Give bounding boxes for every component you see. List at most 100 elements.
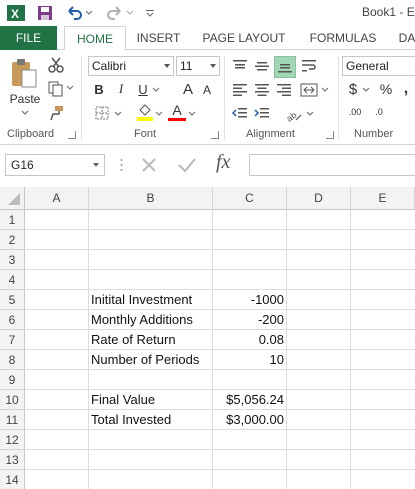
tab-file[interactable]: FILE	[0, 26, 57, 50]
cell-c8[interactable]: 10	[270, 350, 284, 370]
tab-formulas[interactable]: FORMULAS	[306, 26, 380, 50]
fill-color-icon[interactable]	[136, 102, 154, 122]
redo-icon[interactable]	[105, 3, 125, 23]
excel-logo-icon[interactable]: X	[6, 3, 26, 23]
borders-dropdown-icon[interactable]	[114, 110, 122, 118]
formula-bar: G16 fx	[0, 145, 415, 185]
row-header-1[interactable]: 1	[0, 210, 25, 230]
cell-c11[interactable]: $3,000.00	[226, 410, 284, 430]
merge-dropdown-icon[interactable]	[321, 86, 329, 94]
comma-button[interactable]: ,	[400, 80, 412, 98]
align-right-icon[interactable]	[274, 80, 294, 100]
cell-c7[interactable]: 0.08	[259, 330, 284, 350]
row-header-10[interactable]: 10	[0, 390, 25, 410]
paste-button[interactable]: Paste	[8, 92, 42, 106]
column-header-e[interactable]: E	[351, 187, 415, 210]
increase-indent-icon[interactable]	[252, 104, 272, 124]
tab-data[interactable]: DA	[397, 26, 415, 50]
number-format-select[interactable]: General	[342, 56, 415, 76]
row-header-6[interactable]: 6	[0, 310, 25, 330]
grip-handle[interactable]	[120, 157, 123, 173]
row-header-4[interactable]: 4	[0, 270, 25, 290]
cell-b10[interactable]: Final Value	[91, 390, 155, 410]
name-box[interactable]: G16	[5, 154, 105, 176]
cell-c6[interactable]: -200	[258, 310, 284, 330]
cell-b8[interactable]: Number of Periods	[91, 350, 199, 370]
insert-function-button[interactable]: fx	[216, 151, 242, 177]
paste-icon[interactable]	[8, 56, 40, 90]
font-launcher-icon[interactable]	[211, 131, 219, 139]
row-header-9[interactable]: 9	[0, 370, 25, 390]
decrease-decimal-button[interactable]: .0	[369, 103, 389, 121]
cell-c10[interactable]: $5,056.24	[226, 390, 284, 410]
percent-button[interactable]: %	[378, 80, 394, 98]
increase-decimal-button[interactable]: .00	[343, 103, 367, 121]
underline-button[interactable]: U	[136, 80, 150, 98]
font-name-select[interactable]: Calibri	[88, 56, 174, 76]
row-header-12[interactable]: 12	[0, 430, 25, 450]
column-header-c[interactable]: C	[213, 187, 287, 210]
cell-b7[interactable]: Rate of Return	[91, 330, 176, 350]
grow-font-button[interactable]: A	[180, 80, 196, 98]
row-header-3[interactable]: 3	[0, 250, 25, 270]
font-color-dropdown-icon[interactable]	[188, 110, 196, 118]
italic-button[interactable]: I	[114, 80, 128, 98]
copy-dropdown-icon[interactable]	[66, 84, 74, 92]
save-icon[interactable]	[35, 3, 55, 23]
orientation-icon[interactable]: ab	[282, 104, 304, 124]
fill-color-dropdown-icon[interactable]	[155, 110, 163, 118]
column-header-d[interactable]: D	[287, 187, 351, 210]
redo-dropdown-icon[interactable]	[125, 3, 135, 23]
column-header-b[interactable]: B	[89, 187, 213, 210]
row-header-5[interactable]: 5	[0, 290, 25, 310]
row-header-14[interactable]: 14	[0, 470, 25, 489]
undo-icon[interactable]	[64, 3, 84, 23]
cut-icon[interactable]	[47, 56, 65, 74]
worksheet-grid[interactable]: A B C D E 1 2 3 4 5 6 7 8 9 10 11 12 13 …	[0, 187, 415, 489]
orientation-dropdown-icon[interactable]	[306, 110, 314, 118]
currency-button[interactable]: $	[346, 80, 360, 98]
merge-center-icon[interactable]	[299, 80, 319, 100]
copy-icon[interactable]	[47, 80, 65, 98]
cell-c5[interactable]: -1000	[251, 290, 284, 310]
top-align-icon[interactable]	[230, 56, 250, 76]
clipboard-group-label: Clipboard	[7, 128, 55, 140]
align-left-icon[interactable]	[230, 80, 250, 100]
row-header-13[interactable]: 13	[0, 450, 25, 470]
undo-dropdown-icon[interactable]	[84, 3, 94, 23]
format-painter-icon[interactable]	[47, 104, 65, 122]
tab-home[interactable]: HOME	[64, 26, 126, 51]
bold-button[interactable]: B	[92, 80, 106, 98]
row-header-2[interactable]: 2	[0, 230, 25, 250]
decrease-indent-icon[interactable]	[230, 104, 250, 124]
cancel-entry-icon[interactable]	[140, 156, 160, 176]
row-header-7[interactable]: 7	[0, 330, 25, 350]
customize-toolbar-icon[interactable]	[140, 3, 160, 23]
chevron-down-icon	[93, 163, 99, 167]
font-size-select[interactable]: 11	[176, 56, 220, 76]
gridline	[25, 409, 415, 410]
select-all-corner[interactable]	[0, 187, 25, 210]
row-header-11[interactable]: 11	[0, 410, 25, 430]
borders-icon[interactable]	[92, 104, 112, 122]
cell-b5[interactable]: Initital Investment	[91, 290, 192, 310]
bottom-align-icon[interactable]	[274, 56, 296, 78]
formula-input[interactable]	[249, 154, 415, 176]
alignment-launcher-icon[interactable]	[326, 131, 334, 139]
cell-b6[interactable]: Monthly Additions	[91, 310, 193, 330]
wrap-text-icon[interactable]	[299, 56, 319, 76]
middle-align-icon[interactable]	[252, 56, 272, 76]
clipboard-launcher-icon[interactable]	[68, 131, 76, 139]
cell-b11[interactable]: Total Invested	[91, 410, 171, 430]
tab-page-layout[interactable]: PAGE LAYOUT	[199, 26, 289, 50]
underline-dropdown-icon[interactable]	[152, 86, 160, 94]
confirm-entry-icon[interactable]	[177, 156, 199, 176]
row-header-8[interactable]: 8	[0, 350, 25, 370]
column-header-a[interactable]: A	[25, 187, 89, 210]
tab-insert[interactable]: INSERT	[131, 26, 186, 50]
shrink-font-button[interactable]: A	[200, 82, 214, 98]
paste-dropdown-icon[interactable]	[20, 108, 30, 118]
currency-dropdown-icon[interactable]	[362, 86, 370, 94]
font-color-button[interactable]: A	[168, 102, 186, 118]
align-center-icon[interactable]	[252, 80, 272, 100]
